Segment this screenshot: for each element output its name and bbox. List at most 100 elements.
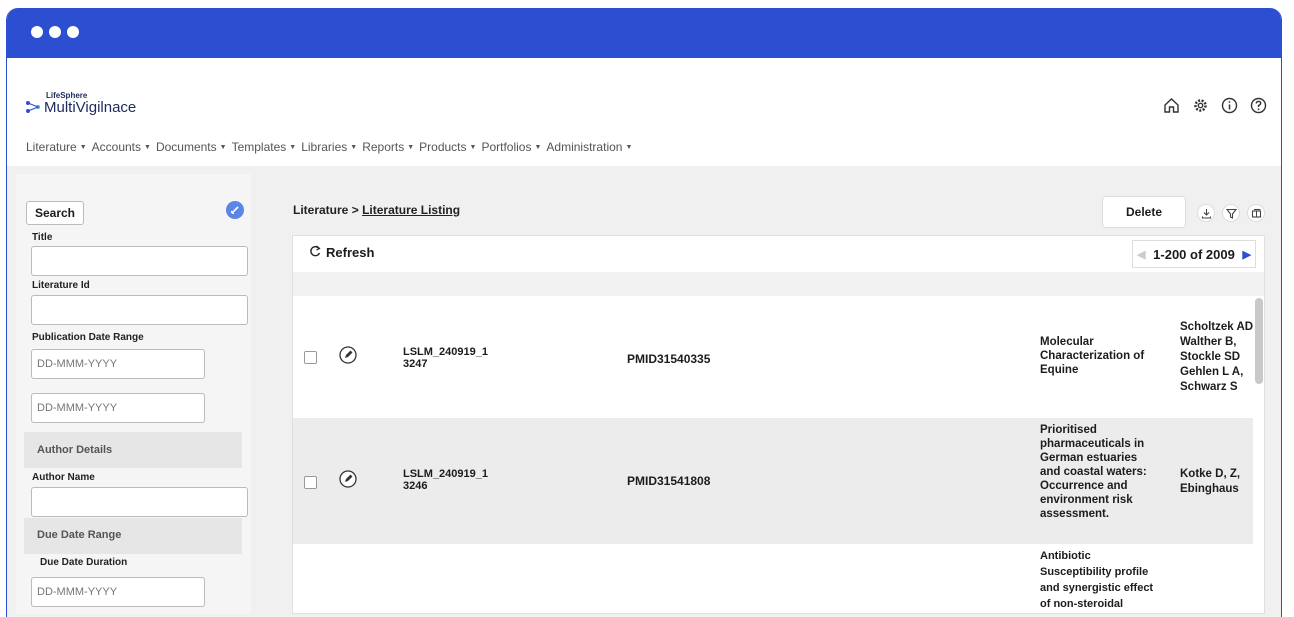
breadcrumb-current[interactable]: Literature Listing	[362, 203, 460, 217]
nav-label: Libraries	[301, 140, 348, 154]
caret-down-icon: ▼	[534, 143, 542, 151]
nav-label: Products	[419, 140, 467, 154]
minimize-dot[interactable]	[49, 26, 61, 38]
filter-icon[interactable]	[1222, 204, 1240, 222]
author-details-title: Author Details	[37, 444, 113, 456]
app-logo[interactable]: LifeSphere MultiVigilnace	[25, 92, 136, 115]
caret-down-icon: ▼	[469, 143, 477, 151]
search-sidebar: Search Title Literature Id Publication D…	[16, 174, 251, 614]
pmid-cell: PMID31541808	[627, 474, 711, 488]
nav-label: Administration	[546, 140, 623, 154]
nav-accounts[interactable]: Accounts ▼	[92, 140, 151, 154]
nav-templates[interactable]: Templates ▼	[232, 140, 297, 154]
authors-cell: Scholtzek AD Walther B, Stockle SD Gehle…	[1180, 321, 1254, 393]
nav-label: Documents	[155, 140, 217, 154]
pmid-cell: PMID31540335	[627, 352, 711, 366]
title-cell: Antibiotic Susceptibility profile and sy…	[1040, 550, 1154, 610]
close-dot[interactable]	[31, 26, 43, 38]
breadcrumb: Literature > Literature Listing	[293, 203, 460, 217]
breadcrumb-root[interactable]: Literature	[293, 203, 348, 217]
due-date-input[interactable]	[31, 577, 205, 607]
caret-down-icon: ▼	[350, 143, 358, 151]
literature-id-cell: LSLM_240919_1 3247	[403, 346, 488, 370]
publication-date-from-input[interactable]	[31, 349, 205, 379]
edit-icon[interactable]	[339, 346, 357, 364]
home-icon[interactable]	[1163, 97, 1180, 114]
scrollbar-thumb[interactable]	[1255, 298, 1263, 384]
nav-label: Reports	[362, 140, 405, 154]
edit-icon[interactable]	[339, 470, 357, 488]
literature-id-label: Literature Id	[32, 280, 90, 291]
logo-icon	[25, 99, 41, 115]
caret-down-icon: ▼	[407, 143, 415, 151]
author-name-input[interactable]	[31, 487, 248, 517]
literature-id-line: LSLM_240919_1	[403, 346, 488, 358]
literature-id-line: 3247	[403, 358, 428, 370]
nav-label: Accounts	[91, 140, 141, 154]
nav-libraries[interactable]: Libraries ▼	[301, 140, 357, 154]
window-titlebar	[7, 8, 1281, 58]
pagination-text: 1-200 of 2009	[1153, 246, 1235, 262]
literature-id-line: LSLM_240919_1	[403, 468, 488, 480]
caret-down-icon: ▼	[79, 143, 87, 151]
window-controls	[31, 26, 79, 38]
title-cell: Prioritised pharmaceuticals in German es…	[1040, 424, 1147, 520]
refresh-icon	[309, 245, 321, 260]
clear-filter-icon[interactable]	[226, 201, 244, 219]
nav-products[interactable]: Products ▼	[419, 140, 476, 154]
author-name-label: Author Name	[32, 472, 95, 483]
breadcrumb-separator: >	[351, 203, 359, 217]
caret-down-icon: ▼	[219, 143, 227, 151]
title-label: Title	[32, 232, 53, 243]
main-navigation: Literature ▼ Accounts ▼ Documents ▼ Templat…	[26, 140, 637, 154]
columns-icon[interactable]	[1247, 204, 1265, 222]
grid-scrollbar[interactable]	[1254, 296, 1264, 386]
prev-page-icon[interactable]: ◀	[1137, 248, 1145, 261]
title-cell: Molecular Characterization of Equine	[1040, 336, 1145, 376]
caret-down-icon: ▼	[625, 143, 633, 151]
export-icon[interactable]	[1197, 204, 1215, 222]
due-date-title: Due Date Range	[37, 529, 122, 541]
authors-cell: Kotke D, Z, Ebinghaus	[1180, 468, 1241, 495]
nav-label: Templates	[231, 140, 287, 154]
title-input[interactable]	[31, 246, 248, 276]
grid-header	[293, 272, 1264, 296]
grid-toolbar: Refresh ◀ 1-200 of 2009 ▶	[293, 236, 1264, 272]
nav-label: Literature	[26, 140, 77, 154]
table-row[interactable]: LSLM_240919_1 3246 PMID31541808 Prioriti…	[293, 418, 1253, 544]
maximize-dot[interactable]	[67, 26, 79, 38]
refresh-button[interactable]: Refresh	[309, 245, 374, 260]
logo-title: MultiVigilnace	[44, 99, 137, 116]
table-row[interactable]: Antibiotic Susceptibility profile and sy…	[293, 544, 1253, 616]
gear-icon[interactable]	[1192, 97, 1209, 114]
caret-down-icon: ▼	[144, 143, 151, 151]
app-header: LifeSphere MultiVigilnace Literature ▼ Ac…	[7, 58, 1281, 166]
next-page-icon[interactable]: ▶	[1243, 248, 1251, 261]
nav-portfolios[interactable]: Portfolios ▼	[481, 140, 541, 154]
literature-id-cell: LSLM_240919_1 3246	[403, 468, 488, 492]
header-actions	[1163, 97, 1267, 114]
info-icon[interactable]	[1221, 97, 1238, 114]
nav-administration[interactable]: Administration ▼	[546, 140, 632, 154]
nav-documents[interactable]: Documents ▼	[156, 140, 227, 154]
nav-literature[interactable]: Literature ▼	[26, 140, 87, 154]
nav-label: Portfolios	[481, 140, 532, 154]
search-button[interactable]: Search	[26, 201, 84, 225]
nav-reports[interactable]: Reports ▼	[362, 140, 414, 154]
delete-button[interactable]: Delete	[1102, 196, 1186, 228]
publication-date-label: Publication Date Range	[32, 332, 144, 343]
table-row[interactable]: LSLM_240919_1 3247 PMID31540335 Molecula…	[293, 296, 1253, 418]
grid-tools	[1197, 204, 1265, 222]
row-checkbox[interactable]	[304, 351, 317, 364]
caret-down-icon: ▼	[289, 143, 297, 151]
publication-date-to-input[interactable]	[31, 393, 205, 423]
row-checkbox[interactable]	[304, 476, 317, 489]
literature-id-input[interactable]	[31, 295, 248, 325]
refresh-label: Refresh	[326, 245, 375, 260]
due-date-duration-label: Due Date Duration	[40, 557, 128, 568]
literature-grid: Refresh ◀ 1-200 of 2009 ▶ LSLM_240919_1 …	[292, 235, 1265, 614]
literature-listing-panel: Literature > Literature Listing Delete R…	[285, 174, 1272, 614]
help-icon[interactable]	[1250, 97, 1267, 114]
literature-id-line: 3246	[403, 480, 428, 492]
pagination: ◀ 1-200 of 2009 ▶	[1132, 240, 1256, 268]
